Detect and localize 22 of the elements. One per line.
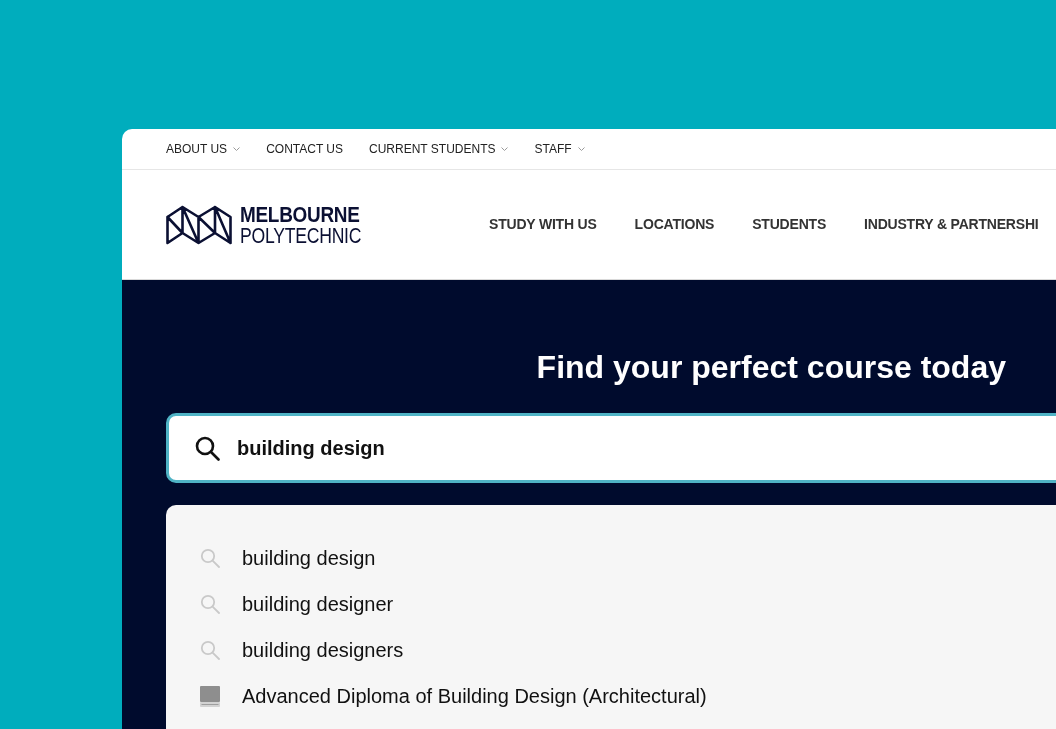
search-icon xyxy=(195,436,220,461)
main-nav-link[interactable]: STUDY WITH US xyxy=(489,214,597,235)
suggestion-item[interactable]: building designer xyxy=(200,581,1056,627)
search-icon xyxy=(200,594,220,614)
main-nav-link[interactable]: STUDENTS xyxy=(752,214,827,235)
utility-nav-link[interactable]: CURRENT STUDENTS xyxy=(369,140,509,158)
search-icon xyxy=(200,548,220,568)
search-field[interactable]: building design xyxy=(166,413,1056,483)
main-nav-link[interactable]: INDUSTRY & PARTNERSHI xyxy=(864,214,1039,235)
suggestion-item[interactable]: building designers xyxy=(200,627,1056,673)
utility-nav-link[interactable]: ABOUT US xyxy=(166,140,241,158)
book-icon xyxy=(200,685,220,707)
utility-nav-link[interactable]: CONTACT US xyxy=(266,140,344,158)
logo-icon xyxy=(166,204,232,245)
hero-heading: Find your perfect course today xyxy=(536,348,1006,386)
main-nav-link[interactable]: LOCATIONS xyxy=(634,214,715,235)
logo-wordmark-top: MELBOURNE xyxy=(240,203,360,225)
search-icon xyxy=(200,640,220,660)
logo-wordmark-bottom: POLYTECHNIC xyxy=(240,224,362,246)
utility-nav-link[interactable]: STAFF xyxy=(534,140,585,158)
suggestion-item[interactable]: building design xyxy=(200,535,1056,581)
suggestion-item[interactable]: Advanced Diploma of Building Design (Architectural) xyxy=(200,673,1056,719)
